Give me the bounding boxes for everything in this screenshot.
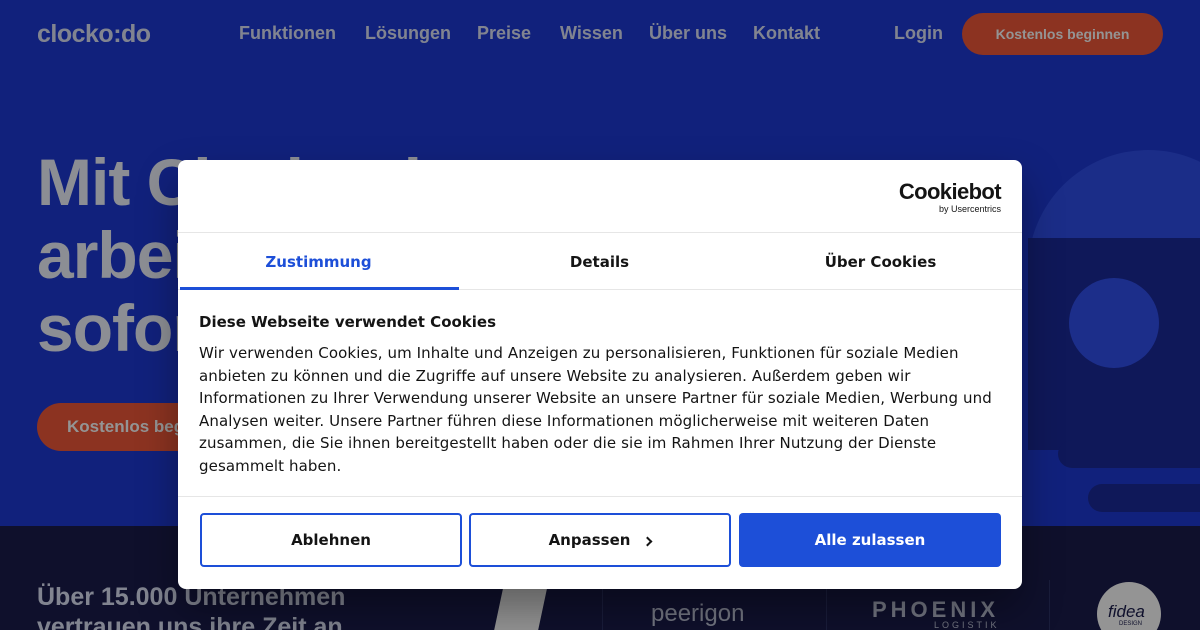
tab-ueber-cookies[interactable]: Über Cookies (740, 233, 1021, 290)
accept-all-button-label: Alle zulassen (814, 531, 926, 549)
cookie-footer: Ablehnen Anpassen Alle zulassen (178, 496, 1022, 589)
cookie-text-line: zusammen, die Sie ihnen bereitgestellt h… (199, 434, 937, 452)
cookiebot-logo-text: Cookiebot (898, 179, 1002, 204)
tab-zustimmung[interactable]: Zustimmung (178, 233, 459, 290)
cookie-body: Diese Webseite verwendet Cookies Wir ver… (199, 312, 999, 477)
cookiebot-logo-subtext: by Usercentrics (938, 204, 1001, 214)
cookie-text-line: Wir verwenden Cookies, um Inhalte und An… (199, 344, 959, 362)
active-tab-indicator (180, 287, 459, 290)
cookie-tabs: Zustimmung Details Über Cookies (178, 232, 1022, 290)
tab-details[interactable]: Details (459, 233, 740, 290)
customize-button[interactable]: Anpassen (469, 513, 731, 567)
cookie-title: Diese Webseite verwendet Cookies (199, 313, 497, 331)
cookie-text-line: anbieten zu können und die Zugriffe auf … (199, 366, 911, 385)
chevron-right-icon (642, 536, 653, 546)
accept-all-button[interactable]: Alle zulassen (739, 513, 1001, 567)
cookie-text-line: gesammelt haben. (199, 456, 342, 475)
cookie-text-line: Informationen zu Ihrer Verwendung unsere… (199, 389, 992, 407)
customize-button-label: Anpassen (548, 531, 631, 549)
cookie-consent-dialog: Cookiebot by Usercentrics Zustimmung Det… (178, 160, 1022, 589)
decline-button-label: Ablehnen (291, 531, 371, 549)
cookiebot-logo: Cookiebot by Usercentrics (898, 179, 1002, 215)
decline-button[interactable]: Ablehnen (200, 513, 462, 567)
cookie-text-line: Analysen weiter. Unsere Partner führen d… (199, 411, 930, 430)
cookie-description: Wir verwenden Cookies, um Inhalte und An… (199, 342, 999, 477)
